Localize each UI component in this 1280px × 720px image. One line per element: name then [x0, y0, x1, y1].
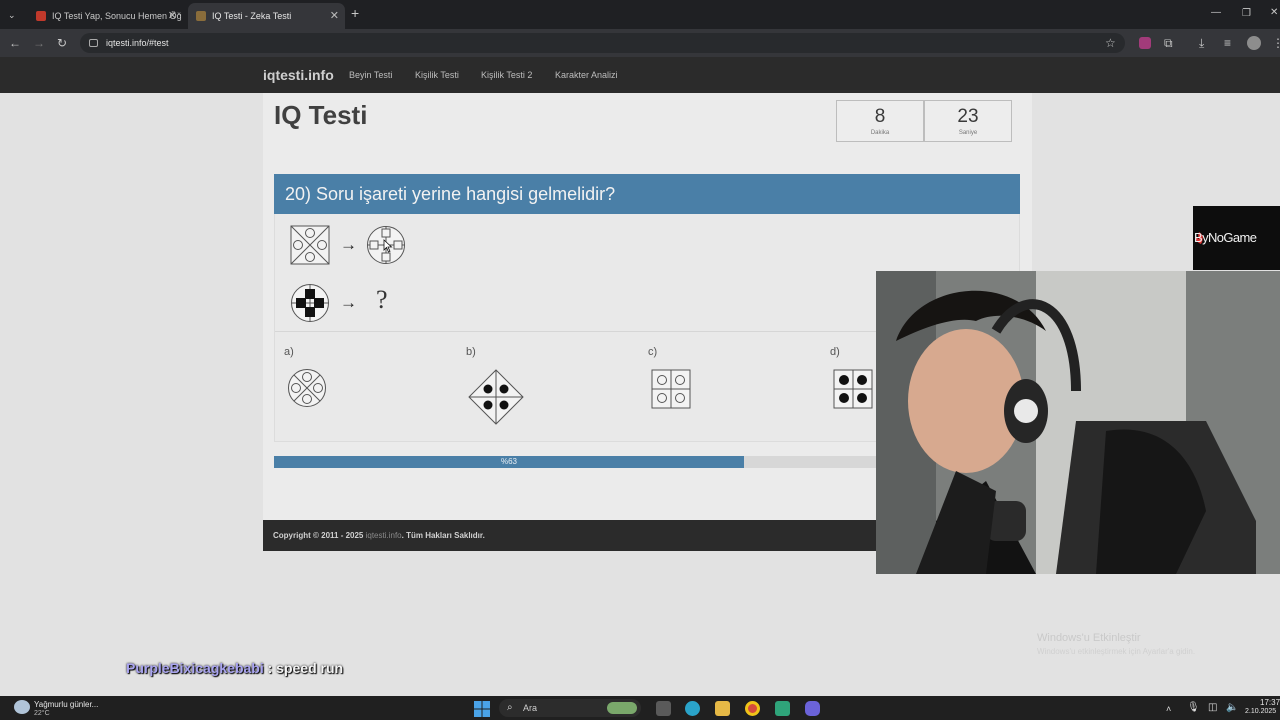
timer-seconds-value: 23 — [957, 106, 979, 127]
question-heading: 20) Soru işareti yerine hangisi gelmelid… — [274, 174, 1020, 214]
extension-icon[interactable] — [1139, 37, 1151, 49]
chrome-icon[interactable] — [745, 701, 760, 716]
browser-tab-iq-testi-zeka[interactable]: IQ Testi - Zeka Testi ✕ — [188, 3, 345, 29]
windows-activation-watermark: Windows'u Etkinleştir Windows'u etkinleş… — [1037, 632, 1195, 656]
browser-toolbar: ← → ↻ iqtesti.info/#test ☆ ⧉ ⤓ ≡ ⋮ — [0, 29, 1280, 57]
microphone-icon[interactable]: 🎙 — [1187, 702, 1200, 714]
watermark-line-2: Windows'u etkinleştirmek için Ayarlar'a … — [1037, 647, 1196, 656]
reload-icon[interactable]: ↻ — [57, 37, 67, 49]
tab-title: IQ Testi - Zeka Testi — [212, 11, 292, 21]
option-label-d: d) — [830, 346, 840, 358]
option-label-c: c) — [648, 346, 658, 358]
weather-icon[interactable] — [14, 700, 30, 714]
download-icon[interactable]: ⤓ — [1199, 37, 1204, 49]
tray-overflow-icon[interactable]: ˄ — [1166, 703, 1171, 715]
clock-date: 2.10.2025 — [1245, 708, 1277, 715]
forward-arrow-icon[interactable]: → — [33, 37, 45, 49]
transform-arrow-icon: → — [340, 235, 357, 254]
address-url: iqtesti.info/#test — [106, 38, 169, 48]
media-controls-icon[interactable]: ≡ — [1224, 37, 1231, 49]
footer-rights: . Tüm Hakları Saklıdır. — [401, 531, 485, 540]
browser-menu-icon[interactable]: ⋮ — [1272, 37, 1280, 49]
taskbar-search-placeholder: Ara — [523, 703, 538, 713]
chat-username: PurpleBixicagkebabi — [126, 660, 264, 676]
browser-tab-strip: ⌄ IQ Testi Yap, Sonucu Hemen Öğ ✕ IQ Tes… — [0, 0, 1280, 29]
minimize-icon[interactable]: — — [1211, 7, 1221, 19]
chat-separator: : — [263, 660, 277, 676]
option-label-a: a) — [284, 346, 294, 358]
transform-arrow-icon: → — [340, 293, 357, 312]
star-icon[interactable]: ☆ — [1105, 37, 1116, 49]
webcam-scene — [876, 271, 1280, 574]
task-view-icon[interactable] — [656, 701, 671, 716]
folder-icon[interactable] — [715, 701, 730, 716]
question-mark: ? — [376, 285, 388, 314]
search-icon: ⌕ — [507, 702, 513, 713]
close-tab-icon[interactable]: ✕ — [168, 9, 177, 22]
timer-minutes-value: 8 — [874, 106, 886, 127]
address-bar[interactable]: iqtesti.info/#test — [80, 33, 1125, 53]
windows-start-icon[interactable] — [474, 701, 490, 717]
option-a-figure[interactable] — [287, 368, 327, 408]
tab-favicon-icon — [196, 11, 206, 21]
close-window-icon[interactable]: ✕ — [1270, 7, 1278, 19]
tab-title: IQ Testi Yap, Sonucu Hemen Öğ — [52, 11, 182, 21]
nav-link-beyin-testi[interactable]: Beyin Testi — [349, 70, 392, 80]
footer-site-link[interactable]: iqtesti.info — [366, 531, 402, 540]
weather-title[interactable]: Yağmurlu günler... — [34, 700, 98, 709]
timer-minutes-unit: Dakika — [870, 130, 890, 136]
option-c-figure[interactable] — [651, 369, 691, 409]
site-brand-link[interactable]: iqtesti.info — [263, 67, 334, 83]
weather-temp: 22°C — [34, 710, 50, 717]
new-tab-icon[interactable]: + — [351, 6, 359, 20]
page-title: IQ Testi — [274, 100, 368, 130]
webcam-feed — [876, 271, 1280, 574]
example-figure-square-x-circles — [290, 225, 330, 265]
option-b-figure[interactable] — [468, 369, 524, 425]
app-icon[interactable] — [775, 701, 790, 716]
progress-label: %63 — [500, 457, 517, 466]
discord-icon[interactable] — [805, 701, 820, 716]
site-navbar: iqtesti.info Beyin Testi Kişilik Testi K… — [0, 57, 1280, 93]
extensions-icon[interactable]: ⧉ — [1164, 37, 1173, 49]
volume-icon[interactable]: 🔈 — [1226, 702, 1238, 714]
taskbar-search-input[interactable]: ⌕ Ara — [499, 699, 641, 717]
wifi-icon[interactable]: ◫ — [1208, 702, 1217, 714]
nav-link-karakter-analizi[interactable]: Karakter Analizi — [555, 70, 618, 80]
nav-link-kisilik-testi-2[interactable]: Kişilik Testi 2 — [481, 70, 532, 80]
option-d-figure[interactable] — [833, 369, 873, 409]
browser-tab-iq-testi-yap[interactable]: IQ Testi Yap, Sonucu Hemen Öğ ✕ — [28, 3, 183, 29]
chat-text: speed run — [276, 660, 344, 676]
back-arrow-icon[interactable]: ← — [9, 37, 21, 49]
profile-icon[interactable] — [1247, 36, 1261, 50]
close-tab-icon[interactable]: ✕ — [330, 9, 339, 22]
tab-favicon-icon — [36, 11, 46, 21]
windows-taskbar: Yağmurlu günler... 22°C ⌕ Ara ˄ 🎙 ◫ 🔈 17… — [0, 696, 1280, 720]
tab-search-chevron-icon[interactable]: ⌄ — [8, 9, 16, 21]
question-figure-circle-filled-squares — [291, 284, 329, 322]
chat-message-overlay: PurpleBixicagkebabi : speed run — [126, 660, 343, 676]
timer-minutes: 8 Dakika — [836, 100, 924, 142]
sponsor-logo-text: ByNoGame — [1194, 230, 1257, 245]
mouse-cursor-icon — [383, 239, 393, 253]
watermark-line-1: Windows'u Etkinleştir — [1037, 632, 1141, 644]
edge-icon[interactable] — [685, 701, 700, 716]
nav-link-kisilik-testi[interactable]: Kişilik Testi — [415, 70, 459, 80]
search-highlight-icon — [607, 702, 637, 714]
footer-copyright: Copyright © 2011 - 2025 — [273, 531, 364, 540]
clock-time[interactable]: 17:37 — [1260, 698, 1280, 707]
option-label-b: b) — [466, 346, 476, 358]
timer-seconds: 23 Saniye — [924, 100, 1012, 142]
timer-seconds-unit: Saniye — [958, 130, 978, 136]
site-info-icon[interactable] — [89, 39, 98, 47]
maximize-icon[interactable]: ❐ — [1242, 8, 1251, 20]
